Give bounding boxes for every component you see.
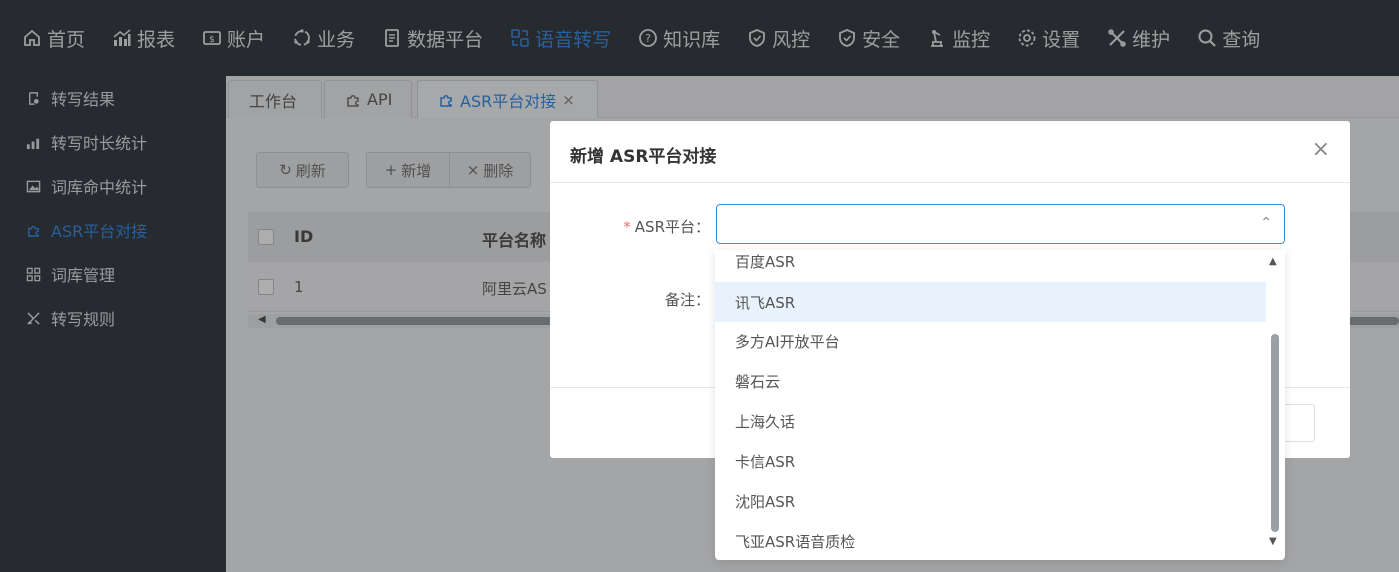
asr-platform-dropdown: 百度ASR 讯飞ASR 多方AI开放平台 磐石云 上海久话 卡信ASR 沈阳AS… xyxy=(715,250,1285,560)
dropdown-option[interactable]: 磐石云 xyxy=(715,361,1266,401)
scroll-down-arrow-icon[interactable]: ▼ xyxy=(1269,536,1277,547)
divider xyxy=(550,182,1350,183)
dropdown-option[interactable]: 百度ASR xyxy=(715,250,1266,281)
dropdown-scroll-thumb[interactable] xyxy=(1271,334,1279,532)
dropdown-option[interactable]: 讯飞ASR xyxy=(715,282,1266,322)
dropdown-option[interactable]: 多方AI开放平台 xyxy=(715,321,1266,361)
dropdown-option[interactable]: 卡信ASR xyxy=(715,441,1266,481)
chevron-up-icon: ⌃ xyxy=(1260,215,1272,231)
dropdown-option[interactable]: 沈阳ASR xyxy=(715,481,1266,521)
required-mark: * xyxy=(623,218,631,236)
remark-label: 备注： xyxy=(664,291,710,309)
dropdown-option[interactable]: 上海久话 xyxy=(715,401,1266,441)
scroll-up-arrow-icon[interactable]: ▲ xyxy=(1269,256,1277,267)
asr-platform-label-text: ASR平台： xyxy=(634,218,710,236)
asr-platform-select[interactable]: ⌃ xyxy=(716,204,1285,244)
close-icon[interactable]: × xyxy=(1312,137,1330,162)
dropdown-option[interactable]: 飞亚ASR语音质检 xyxy=(715,521,1266,560)
dialog-title: 新增 ASR平台对接 xyxy=(570,147,717,167)
dropdown-scrollbar[interactable]: ▲ ▼ xyxy=(1269,250,1281,560)
asr-platform-label: * ASR平台： xyxy=(622,216,710,237)
